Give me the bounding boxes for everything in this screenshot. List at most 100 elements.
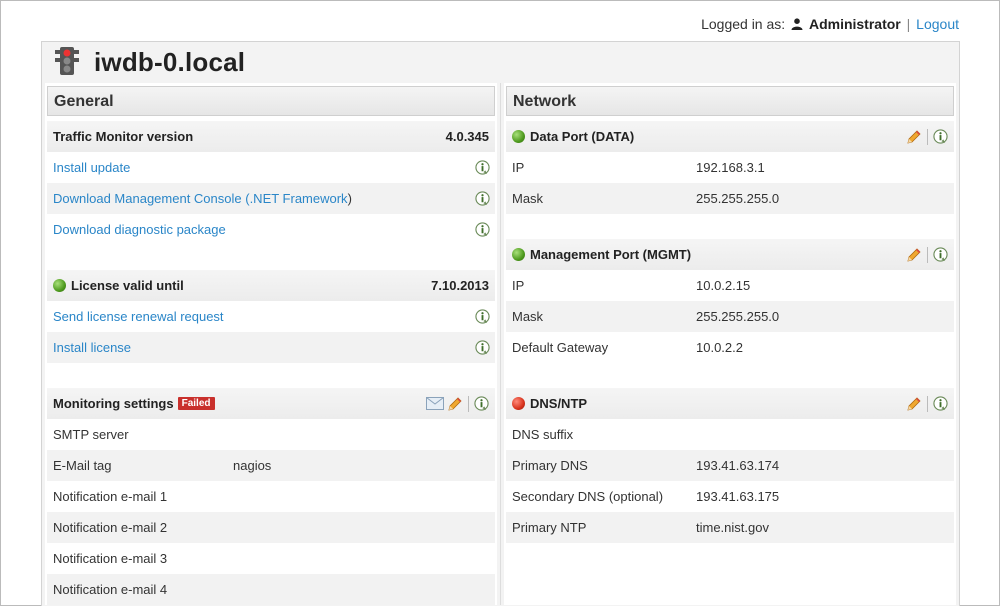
primary-ntp-label: Primary NTP bbox=[512, 520, 587, 535]
renewal-row: Send license renewal request bbox=[47, 301, 495, 332]
smtp-label: SMTP server bbox=[53, 427, 129, 442]
notif-4-row: Notification e-mail 4 bbox=[47, 574, 495, 605]
mgmt-gateway-value: 10.0.2.2 bbox=[696, 340, 743, 355]
data-ip-label: IP bbox=[512, 160, 525, 175]
install-update-row: Install update bbox=[47, 152, 495, 183]
download-diag-row: Download diagnostic package bbox=[47, 214, 495, 245]
install-license-row: Install license bbox=[47, 332, 495, 363]
tool-divider bbox=[468, 395, 469, 412]
pencil-icon[interactable] bbox=[447, 396, 463, 412]
pencil-icon[interactable] bbox=[906, 247, 922, 263]
primary-ntp-value: time.nist.gov bbox=[696, 520, 769, 535]
install-license-link[interactable]: Install license bbox=[53, 340, 131, 355]
page-title: iwdb-0.local bbox=[94, 46, 246, 77]
general-section-title: General bbox=[47, 86, 495, 116]
info-icon[interactable] bbox=[475, 222, 490, 237]
mgmt-ip-label: IP bbox=[512, 278, 525, 293]
login-bar: Logged in as: Administrator | Logout bbox=[701, 16, 959, 32]
data-mask-row: Mask 255.255.255.0 bbox=[506, 183, 954, 214]
pencil-icon[interactable] bbox=[906, 129, 922, 145]
license-label: License valid until bbox=[71, 278, 184, 293]
primary-dns-value: 193.41.63.174 bbox=[696, 458, 780, 473]
version-label: Traffic Monitor version bbox=[53, 129, 194, 144]
mgmt-mask-value: 255.255.255.0 bbox=[696, 309, 780, 324]
red-status-icon bbox=[512, 397, 525, 410]
green-status-icon bbox=[512, 130, 525, 143]
data-mask-value: 255.255.255.0 bbox=[696, 191, 780, 206]
smtp-row: SMTP server bbox=[47, 419, 495, 450]
notif-4-label: Notification e-mail 4 bbox=[53, 582, 168, 597]
version-value: 4.0.345 bbox=[445, 129, 489, 144]
info-icon[interactable] bbox=[475, 309, 490, 324]
page-header: iwdb-0.local bbox=[54, 42, 245, 82]
mgmt-gateway-label: Default Gateway bbox=[512, 340, 609, 355]
network-panel: Network Data Port (DATA) IP 192.168.3.1 … bbox=[504, 83, 956, 605]
info-icon[interactable] bbox=[475, 340, 490, 355]
install-update-link[interactable]: Install update bbox=[53, 160, 130, 175]
data-mask-label: Mask bbox=[512, 191, 544, 206]
download-console-row: Download Management Console (.NET Framew… bbox=[47, 183, 495, 214]
pencil-icon[interactable] bbox=[906, 396, 922, 412]
mgmt-port-row: Management Port (MGMT) bbox=[506, 239, 954, 270]
dns-tools bbox=[906, 395, 948, 412]
mgmt-ip-row: IP 10.0.2.15 bbox=[506, 270, 954, 301]
version-row: Traffic Monitor version 4.0.345 bbox=[47, 121, 495, 152]
info-icon[interactable] bbox=[474, 396, 489, 411]
license-row: License valid until 7.10.2013 bbox=[47, 270, 495, 301]
mgmt-port-tools bbox=[906, 246, 948, 263]
mgmt-mask-label: Mask bbox=[512, 309, 544, 324]
traffic-light-icon bbox=[55, 47, 79, 75]
green-status-icon bbox=[53, 279, 66, 292]
info-icon[interactable] bbox=[933, 247, 948, 262]
notif-1-row: Notification e-mail 1 bbox=[47, 481, 495, 512]
mgmt-gateway-row: Default Gateway 10.0.2.2 bbox=[506, 332, 954, 363]
general-panel: General Traffic Monitor version 4.0.345 … bbox=[45, 83, 497, 605]
column-divider bbox=[500, 83, 501, 605]
download-console-text: Download Management Console ( bbox=[53, 191, 250, 206]
license-value: 7.10.2013 bbox=[431, 278, 489, 293]
secondary-dns-value: 193.41.63.175 bbox=[696, 489, 780, 504]
data-port-row: Data Port (DATA) bbox=[506, 121, 954, 152]
download-diagnostic-link[interactable]: Download diagnostic package bbox=[53, 222, 226, 237]
download-console-link[interactable]: Download Management Console (.NET Framew… bbox=[53, 191, 348, 206]
user-icon bbox=[791, 18, 803, 30]
data-ip-value: 192.168.3.1 bbox=[696, 160, 765, 175]
mgmt-mask-row: Mask 255.255.255.0 bbox=[506, 301, 954, 332]
secondary-dns-row: Secondary DNS (optional) 193.41.63.175 bbox=[506, 481, 954, 512]
dns-row: DNS/NTP bbox=[506, 388, 954, 419]
download-console-close: ) bbox=[347, 191, 352, 206]
primary-ntp-row: Primary NTP time.nist.gov bbox=[506, 512, 954, 543]
info-icon[interactable] bbox=[475, 191, 490, 206]
info-icon[interactable] bbox=[933, 129, 948, 144]
email-tag-value: nagios bbox=[233, 458, 272, 473]
net-framework-link[interactable]: .NET Framework bbox=[250, 191, 348, 206]
mgmt-ip-value: 10.0.2.15 bbox=[696, 278, 751, 293]
notif-2-label: Notification e-mail 2 bbox=[53, 520, 168, 535]
network-section-title: Network bbox=[506, 86, 954, 116]
notif-1-label: Notification e-mail 1 bbox=[53, 489, 168, 504]
info-icon[interactable] bbox=[933, 396, 948, 411]
data-port-label: Data Port (DATA) bbox=[530, 129, 635, 144]
dns-label: DNS/NTP bbox=[530, 396, 588, 411]
monitoring-label: Monitoring settings bbox=[53, 396, 174, 411]
email-tag-row: E-Mail tag nagios bbox=[47, 450, 495, 481]
monitoring-tools bbox=[426, 395, 489, 412]
dns-suffix-row: DNS suffix bbox=[506, 419, 954, 450]
tool-divider bbox=[927, 128, 928, 145]
envelope-icon[interactable] bbox=[426, 397, 444, 410]
username: Administrator bbox=[808, 16, 901, 32]
secondary-dns-label: Secondary DNS (optional) bbox=[512, 489, 664, 504]
info-icon[interactable] bbox=[475, 160, 490, 175]
notif-3-label: Notification e-mail 3 bbox=[53, 551, 168, 566]
notif-3-row: Notification e-mail 3 bbox=[47, 543, 495, 574]
tool-divider bbox=[927, 246, 928, 263]
logout-link[interactable]: Logout bbox=[916, 16, 959, 32]
data-ip-row: IP 192.168.3.1 bbox=[506, 152, 954, 183]
notif-2-row: Notification e-mail 2 bbox=[47, 512, 495, 543]
send-renewal-link[interactable]: Send license renewal request bbox=[53, 309, 224, 324]
status-badge: Failed bbox=[177, 397, 215, 410]
monitoring-row: Monitoring settings Failed bbox=[47, 388, 495, 419]
logged-in-label: Logged in as: bbox=[701, 16, 786, 32]
green-status-icon bbox=[512, 248, 525, 261]
data-port-tools bbox=[906, 128, 948, 145]
